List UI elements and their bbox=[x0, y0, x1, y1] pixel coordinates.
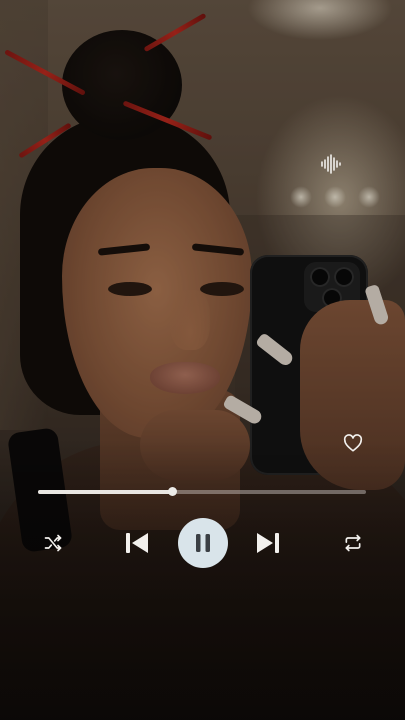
pause-icon bbox=[196, 534, 210, 552]
next-button[interactable] bbox=[253, 528, 283, 558]
progress-thumb[interactable] bbox=[168, 487, 178, 496]
skip-next-icon bbox=[257, 533, 279, 553]
soundwave-icon-glyph bbox=[321, 154, 341, 174]
progress-bar[interactable] bbox=[38, 487, 366, 496]
shuffle-button[interactable] bbox=[40, 530, 66, 556]
soundwave-icon[interactable] bbox=[316, 150, 344, 178]
repeat-icon bbox=[345, 534, 361, 552]
skip-previous-icon bbox=[126, 533, 148, 553]
music-player bbox=[0, 0, 405, 720]
repeat-button[interactable] bbox=[340, 530, 366, 556]
pause-button[interactable] bbox=[178, 518, 228, 568]
previous-button[interactable] bbox=[122, 528, 152, 558]
like-button[interactable] bbox=[340, 430, 366, 456]
heart-outline-icon bbox=[343, 434, 363, 452]
shuffle-icon bbox=[44, 534, 62, 552]
progress-fill bbox=[38, 490, 173, 494]
